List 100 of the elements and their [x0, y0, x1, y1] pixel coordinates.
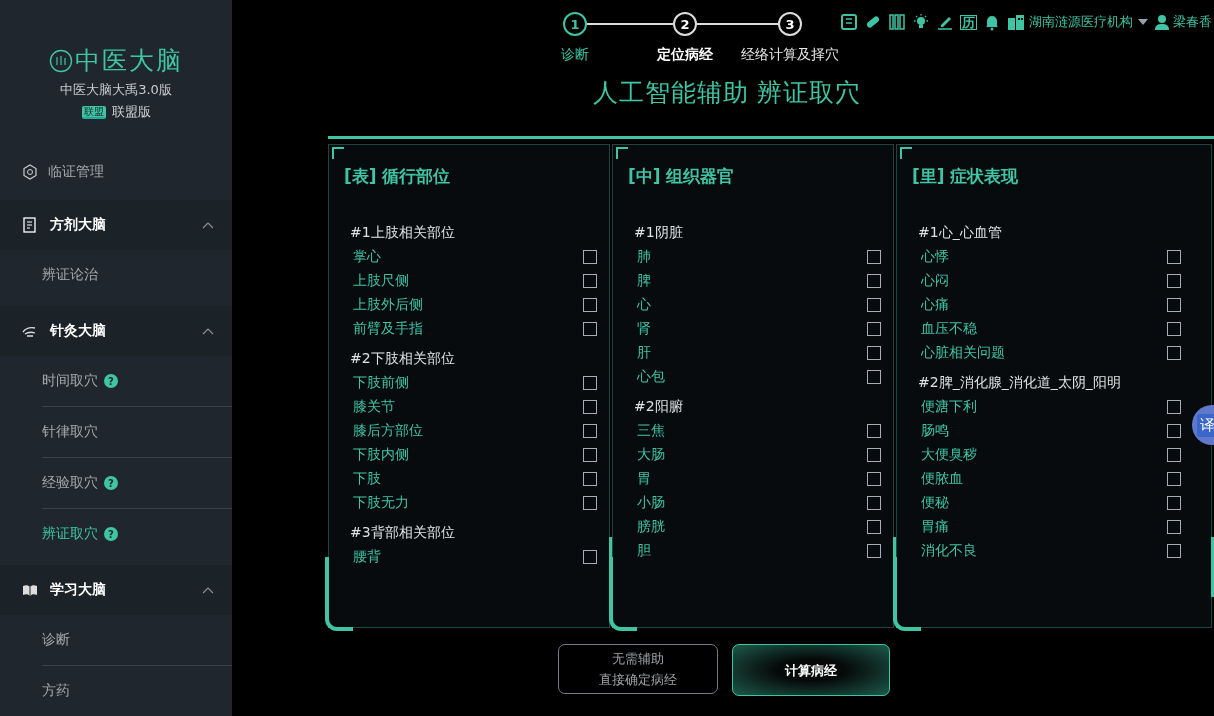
checkbox[interactable]: [583, 424, 597, 438]
help-icon[interactable]: ?: [104, 374, 118, 388]
panel-heading: [表] 循行部位: [344, 165, 452, 188]
sidebar-item[interactable]: 辨证论治: [42, 250, 232, 300]
checkbox[interactable]: [1167, 424, 1181, 438]
card-icon[interactable]: [840, 13, 858, 31]
option-label: 心脏相关问题: [921, 344, 1006, 362]
option-label: 掌心: [353, 248, 382, 266]
checkbox[interactable]: [583, 376, 597, 390]
checkbox[interactable]: [867, 448, 881, 462]
group-label: #2下肢相关部位: [350, 349, 456, 368]
option-label: 下肢无力: [353, 494, 410, 512]
chevron-icon: [202, 327, 214, 335]
option-label: 下肢内侧: [353, 446, 410, 464]
edition-badge: 联盟: [81, 105, 106, 119]
checkbox[interactable]: [583, 274, 597, 288]
option-label: 下肢: [353, 470, 382, 488]
option-label: 前臂及手指: [353, 320, 424, 338]
checkbox[interactable]: [583, 322, 597, 336]
option-label: 肝: [637, 344, 652, 362]
option-label: 心痛: [921, 296, 950, 314]
edition-label: 联盟版: [111, 103, 151, 121]
option-label: 胃: [637, 470, 652, 488]
sidebar-item[interactable]: 辨证取穴 ?: [42, 509, 232, 559]
menu-group-header[interactable]: 方剂大脑: [0, 200, 232, 250]
group-label: #3背部相关部位: [350, 523, 456, 542]
checkbox[interactable]: [1167, 472, 1181, 486]
checkbox[interactable]: [583, 472, 597, 486]
help-icon[interactable]: ?: [104, 527, 118, 541]
step-label[interactable]: 定位病经: [657, 46, 713, 64]
checkbox[interactable]: [867, 250, 881, 264]
option-label: 三焦: [637, 422, 666, 440]
option-label: 脾: [637, 272, 652, 290]
checkbox[interactable]: [1167, 346, 1181, 360]
checkbox[interactable]: [583, 496, 597, 510]
checkbox[interactable]: [867, 520, 881, 534]
checkbox[interactable]: [1167, 322, 1181, 336]
option-label: 小肠: [637, 494, 666, 512]
lightbulb-icon[interactable]: [912, 13, 930, 31]
checkbox[interactable]: [1167, 250, 1181, 264]
corner-accent: [616, 147, 628, 159]
corner-accent: [900, 147, 912, 159]
user-icon: [1155, 14, 1169, 30]
option-label: 心悸: [921, 248, 950, 266]
step-label[interactable]: 诊断: [561, 46, 589, 64]
checkbox[interactable]: [583, 298, 597, 312]
menu-group-header[interactable]: 学习大脑: [0, 565, 232, 615]
checkbox[interactable]: [1167, 448, 1181, 462]
panel-heading: [里] 症状表现: [912, 165, 1020, 188]
checkbox[interactable]: [583, 550, 597, 564]
step-number: 1: [563, 12, 587, 36]
hexagon-icon: [22, 164, 38, 180]
option-label: 胆: [637, 542, 652, 560]
checkbox[interactable]: [1167, 544, 1181, 558]
seal-icon: [49, 48, 73, 73]
checkbox[interactable]: [867, 496, 881, 510]
checkbox[interactable]: [867, 322, 881, 336]
checkbox[interactable]: [867, 274, 881, 288]
option-label: 肺: [637, 248, 652, 266]
checkbox[interactable]: [583, 448, 597, 462]
panel-heading: [中] 组织器官: [628, 165, 736, 188]
book-icon: [22, 582, 38, 598]
checkbox[interactable]: [867, 346, 881, 360]
checkbox[interactable]: [583, 250, 597, 264]
caret-icon: [1137, 18, 1149, 26]
option-label: 大肠: [637, 446, 666, 464]
sidebar-item[interactable]: 方药: [42, 666, 232, 716]
page-title: 人工智能辅助 辨证取穴: [591, 77, 863, 109]
checkbox[interactable]: [1167, 520, 1181, 534]
checkbox[interactable]: [867, 370, 881, 384]
organization-name[interactable]: 湖南涟源医疗机构: [1029, 13, 1133, 31]
user-name[interactable]: 梁春香: [1173, 13, 1212, 31]
building-icon: [1007, 14, 1025, 30]
checkbox[interactable]: [867, 472, 881, 486]
checkbox[interactable]: [583, 400, 597, 414]
checkbox[interactable]: [1167, 400, 1181, 414]
document-icon: [22, 217, 38, 233]
group-label: #1阴脏: [634, 223, 684, 242]
checkbox[interactable]: [867, 424, 881, 438]
calculate-button[interactable]: 计算病经: [732, 644, 890, 696]
checkbox[interactable]: [867, 544, 881, 558]
edge-accent: [1211, 537, 1214, 597]
group-label: #1心_心血管: [918, 223, 1003, 242]
checkbox[interactable]: [867, 298, 881, 312]
chevron-icon: [202, 221, 214, 229]
books-icon[interactable]: [888, 13, 906, 31]
option-label: 便秘: [921, 494, 950, 512]
checkbox[interactable]: [1167, 496, 1181, 510]
option-label: 上肢尺侧: [353, 272, 410, 290]
option-label: 心: [637, 296, 652, 314]
menu-group-header[interactable]: 针灸大脑: [0, 306, 232, 356]
step-number: 2: [673, 12, 697, 36]
group-label: #2阳腑: [634, 397, 684, 416]
checkbox[interactable]: [1167, 298, 1181, 312]
history-icon[interactable]: 历: [960, 14, 977, 30]
version-label: 中医大脑大禹3.0版: [60, 81, 172, 99]
checkbox[interactable]: [1167, 274, 1181, 288]
skip-button[interactable]: 无需辅助 直接确定病经: [558, 644, 718, 694]
help-icon[interactable]: ?: [104, 476, 118, 490]
step-label[interactable]: 经络计算及择穴: [741, 46, 839, 64]
